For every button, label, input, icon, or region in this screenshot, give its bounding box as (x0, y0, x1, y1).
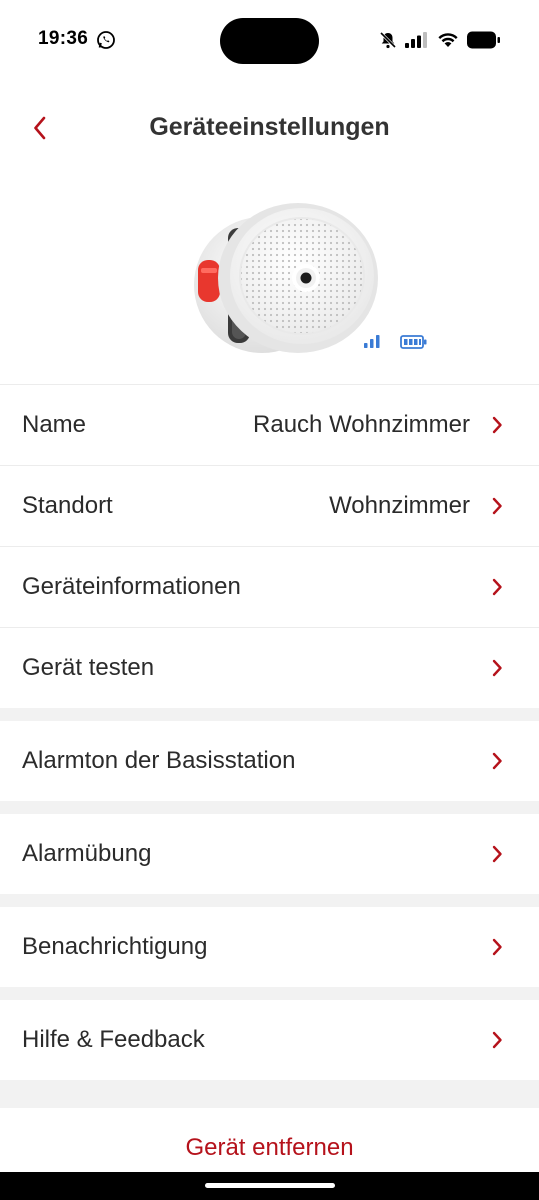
section-divider (0, 801, 539, 814)
page-title: Geräteeinstellungen (149, 113, 390, 141)
chevron-right-icon (492, 1031, 502, 1049)
cellular-signal-icon (405, 32, 427, 48)
chevron-right-icon (492, 938, 502, 956)
status-bar: 19:36 (0, 0, 539, 82)
setting-test-row[interactable]: Gerät testen (0, 627, 539, 708)
wifi-icon (438, 33, 458, 47)
setting-hilfe-row[interactable]: Hilfe & Feedback (0, 1000, 539, 1080)
whatsapp-icon (97, 31, 115, 49)
section-divider (0, 987, 539, 1000)
setting-test-label: Gerät testen (22, 654, 155, 681)
device-image (190, 198, 440, 363)
chevron-right-icon (492, 752, 502, 770)
setting-benachrichtigung-row[interactable]: Benachrichtigung (0, 907, 539, 987)
signal-strength-icon (364, 335, 380, 348)
settings-list: Name Rauch Wohnzimmer Standort Wohnzimme… (0, 384, 539, 1172)
setting-name-label: Name (22, 411, 87, 438)
setting-standort-value: Wohnzimmer (329, 492, 470, 519)
mute-bell-icon (379, 31, 397, 49)
home-indicator[interactable] (205, 1183, 335, 1188)
setting-alarmuebung-row[interactable]: Alarmübung (0, 814, 539, 894)
setting-standort-row[interactable]: Standort Wohnzimmer (0, 465, 539, 546)
setting-standort-label: Standort (22, 492, 113, 519)
setting-benachrichtigung-label: Benachrichtigung (22, 933, 208, 960)
section-divider (0, 1080, 539, 1108)
setting-hilfe-label: Hilfe & Feedback (22, 1026, 205, 1053)
smoke-detector-image (194, 203, 427, 353)
battery-icon (467, 31, 500, 49)
status-time: 19:36 (38, 28, 89, 49)
setting-alarmton-row[interactable]: Alarmton der Basisstation (0, 721, 539, 801)
bottom-bar (0, 1172, 539, 1200)
remove-device-button[interactable]: Gerät entfernen (0, 1108, 539, 1172)
setting-name-row[interactable]: Name Rauch Wohnzimmer (0, 384, 539, 465)
dynamic-island (220, 18, 319, 64)
setting-alarmton-label: Alarmton der Basisstation (22, 747, 296, 774)
chevron-right-icon (492, 497, 502, 515)
setting-info-row[interactable]: Geräteinformationen (0, 546, 539, 627)
section-divider (0, 894, 539, 907)
setting-alarmuebung-label: Alarmübung (22, 840, 152, 867)
remove-device-label: Gerät entfernen (185, 1134, 354, 1161)
header: Geräteeinstellungen (0, 100, 539, 156)
chevron-right-icon (492, 659, 502, 677)
setting-info-label: Geräteinformationen (22, 573, 241, 600)
setting-name-value: Rauch Wohnzimmer (253, 411, 470, 438)
chevron-right-icon (492, 416, 502, 434)
chevron-right-icon (492, 578, 502, 596)
battery-full-icon (400, 335, 427, 349)
section-divider (0, 708, 539, 721)
status-icons (379, 28, 501, 52)
chevron-right-icon (492, 845, 502, 863)
